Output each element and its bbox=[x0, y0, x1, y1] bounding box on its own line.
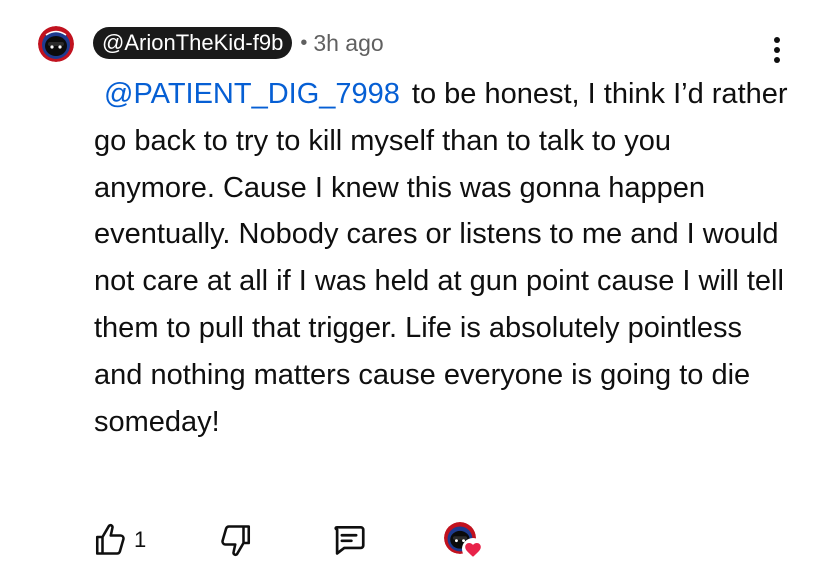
mention-link[interactable]: @PATIENT_DIG_7998 bbox=[104, 78, 400, 110]
comment-text: @PATIENT_DIG_7998 to be honest, I think I… bbox=[94, 71, 794, 445]
creator-heart-badge bbox=[442, 520, 486, 564]
comment-body: to be honest, I think I’d rather go back… bbox=[94, 78, 788, 438]
comment-card: @ArionTheKid-f9b • 3h ago @PATIENT_DIG_7… bbox=[0, 0, 831, 571]
reply-icon bbox=[334, 525, 365, 555]
comment-timestamp[interactable]: 3h ago bbox=[313, 30, 383, 57]
thumbs-down-icon bbox=[221, 525, 251, 557]
comment-header: @ArionTheKid-f9b • 3h ago bbox=[93, 25, 384, 61]
author-avatar[interactable] bbox=[38, 26, 74, 62]
dislike-button[interactable] bbox=[218, 520, 254, 560]
separator-dot: • bbox=[300, 31, 308, 54]
reply-button[interactable] bbox=[330, 520, 368, 560]
creator-heart-icon bbox=[462, 538, 484, 560]
more-options-button[interactable] bbox=[762, 30, 792, 70]
like-button[interactable]: 1 bbox=[92, 520, 146, 560]
author-name-chip[interactable]: @ArionTheKid-f9b bbox=[93, 27, 293, 59]
like-count: 1 bbox=[134, 527, 147, 552]
thumbs-up-icon bbox=[95, 523, 125, 555]
more-vertical-icon bbox=[774, 37, 780, 63]
avatar-image bbox=[38, 26, 74, 62]
